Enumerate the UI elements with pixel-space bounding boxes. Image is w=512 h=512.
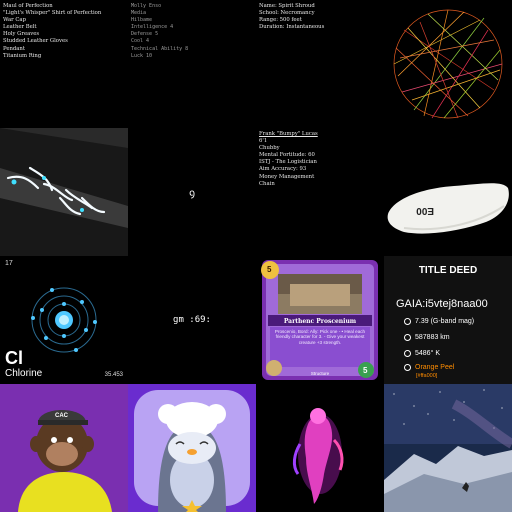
cap-label: E00 [416,205,434,216]
list-item: Pendant [3,45,25,52]
card-power: 5 [363,366,368,375]
tile-character[interactable]: Frank "Bumpy" Lucas 6'1 Chubby Mental Fo… [256,128,384,256]
list-item: Defense 5 [131,31,159,38]
pink-figure-image [256,384,384,512]
gm-text: gm :69: [173,315,211,325]
card-type: Structure [310,371,330,376]
deed-distance-row: 587883 km [404,334,450,341]
deed-title: TITLE DEED [418,265,478,276]
list-item: Technical Ability 8 [131,45,189,52]
character-info: Frank "Bumpy" Lucas 6'1 Chubby Mental Fo… [256,128,384,188]
nft-grid: Maul of Perfection "Light's Whisper" Shi… [0,0,512,512]
penguin-image [128,384,256,512]
svg-text:CAC: CAC [55,413,69,419]
list-item: Money Management [259,173,315,180]
element-symbol: Cl [5,348,23,368]
tile-spell[interactable]: Name: Spirit Shroud School: Necromancy R… [256,0,384,128]
list-item: Studded Leather Gloves [3,38,68,45]
tile-stats[interactable]: Molly Enso Media Hilbame Intelligence 4 … [128,0,256,128]
deed-name: GAIA:i5vtej8naa00 [396,298,488,310]
tile-mountain[interactable] [384,384,512,512]
card-name: Parthenc Proscenium [283,318,357,325]
deed-magnitude-row: 7.39 (G-band mag) [404,318,474,325]
tile-penguin[interactable] [128,384,256,512]
glyph-symbol: ꝯ [189,188,195,199]
title-deed-card: TITLE DEED GAIA:i5vtej8naa00 7.39 (G-ban… [384,256,512,384]
deed-color-hex: [#ffa000] [416,373,438,379]
ape-image: CAC [0,384,128,512]
stats-list: Molly Enso Media Hilbame Intelligence 4 … [128,0,256,60]
tile-ape[interactable]: CAC [0,384,128,512]
sun-icon [404,318,411,325]
list-item: Holy Greaves [3,31,40,38]
list-item: Hilbame [131,17,153,24]
white-cap-image: E00 [384,128,512,256]
list-item: Chain [259,180,275,187]
list-item: Mental Fortitude: 60 [259,152,315,159]
list-item: Leather Belt [3,24,37,31]
list-item: Maul of Perfection [3,3,53,9]
list-item: Luck 10 [131,52,153,59]
list-item: Intelligence 4 [131,24,174,31]
list-item: War Cap [3,17,26,24]
neon-sculpture-image [0,128,128,256]
card-cost: 5 [267,265,272,274]
spell-info: Name: Spirit Shroud School: Necromancy R… [256,0,384,31]
string-art-image [384,0,512,128]
list-item: Titanium Ring [3,52,42,59]
card-text: Proscenio, Bord: Ally: Pick one - • Heal… [274,329,366,345]
items-list: Maul of Perfection "Light's Whisper" Shi… [0,0,128,60]
tile-white-cap[interactable]: E00 [384,128,512,256]
tile-neon-art[interactable] [0,128,128,256]
gauge-icon [404,334,411,341]
list-item: Range: 500 feet [259,17,302,24]
list-item: "Light's Whisper" Shirt of Perfection [3,10,102,17]
deed-temperature: 5486° K [415,350,440,357]
list-item: Aim Accuracy: 93 [259,166,307,173]
tile-game-card[interactable]: Parthenc Proscenium Proscenio, Bord: All… [256,256,384,384]
tile-title-deed[interactable]: TITLE DEED GAIA:i5vtej8naa00 7.39 (G-ban… [384,256,512,384]
deed-distance: 587883 km [415,334,450,341]
thermometer-icon [404,350,411,357]
list-item: Molly Enso [131,3,162,9]
palette-icon [404,364,411,371]
tile-pink-figure[interactable] [256,384,384,512]
element-name: Chlorine [5,368,43,379]
deed-color-row: Orange Peel [404,364,454,371]
tile-gm[interactable]: gm :69: [128,256,256,384]
atomic-mass: 35.453 [104,372,123,378]
character-name: Frank "Bumpy" Lucas [259,131,318,137]
list-item: 6'1 [259,138,268,145]
mountain-night-image [384,384,512,512]
deed-magnitude: 7.39 (G-band mag) [415,318,475,325]
tile-items-list[interactable]: Maul of Perfection "Light's Whisper" Shi… [0,0,128,128]
deed-color-name: Orange Peel [415,364,455,371]
list-item: School: Necromancy [259,10,315,17]
list-item: Media [131,10,147,17]
list-item: Name: Spirit Shroud [259,3,315,9]
deed-temp-row: 5486° K [404,350,440,357]
list-item: Chubby [259,145,280,152]
tile-element-chlorine[interactable]: 17 Cl Chlorine 35.453 [0,256,128,384]
atomic-number: 17 [5,260,13,267]
tile-string-art[interactable] [384,0,512,128]
list-item: ISTJ - The Logistician [259,159,317,166]
list-item: Duration: Instantaneous [259,24,325,31]
tile-glyph[interactable]: ꝯ [128,128,256,256]
list-item: Cool 4 [131,38,150,45]
